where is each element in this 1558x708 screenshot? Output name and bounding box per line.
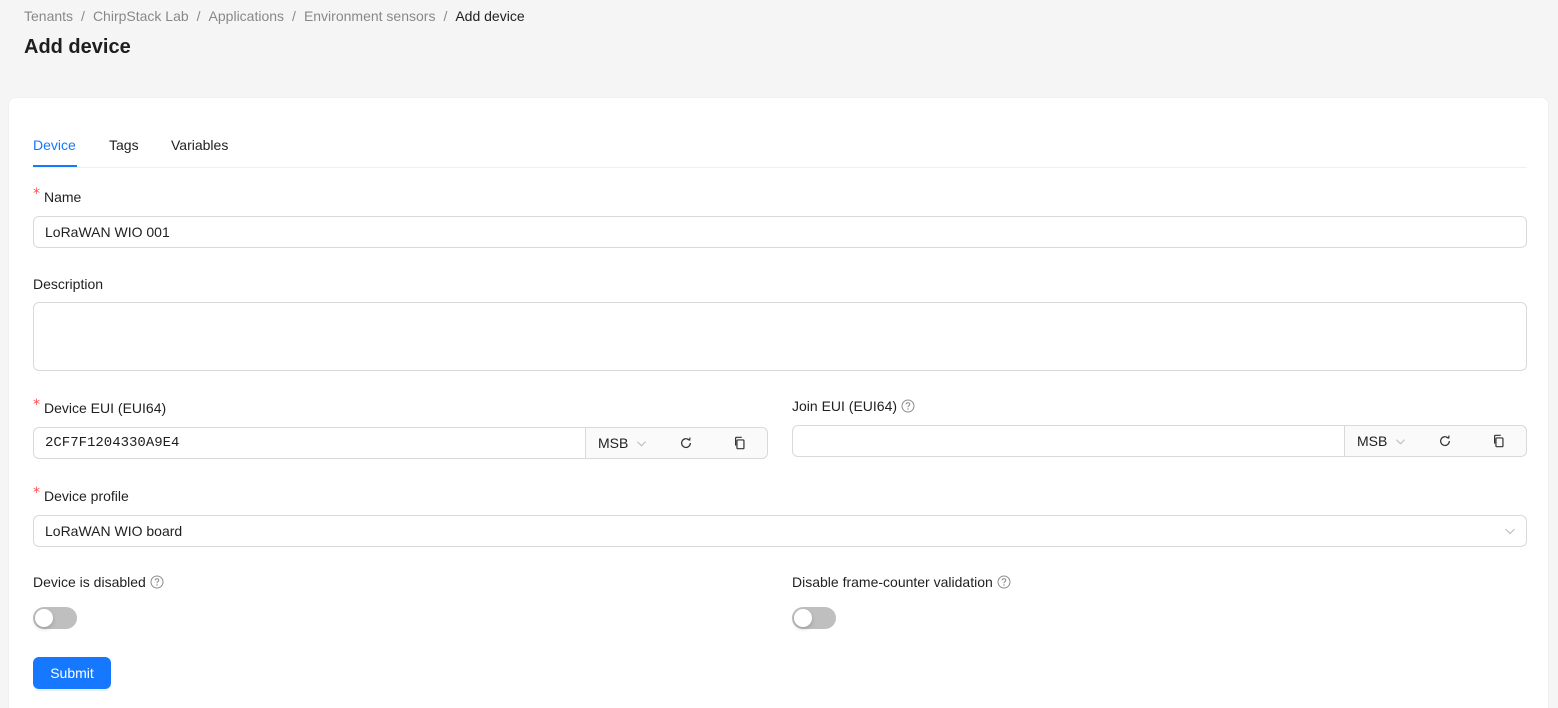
chevron-down-icon xyxy=(1505,528,1515,535)
join-eui-addon: MSB xyxy=(1345,425,1527,457)
question-circle-icon[interactable] xyxy=(997,575,1011,589)
copy-icon[interactable] xyxy=(732,435,748,451)
description-label-text: Description xyxy=(33,276,104,292)
breadcrumb-tenants[interactable]: Tenants xyxy=(24,8,73,24)
tab-device[interactable]: Device xyxy=(33,137,76,153)
refresh-icon[interactable] xyxy=(678,435,694,451)
page-title: Add device xyxy=(24,36,131,58)
skip-fcnt-label-text: Disable frame-counter validation xyxy=(792,574,993,590)
device-profile-label: * Device profile xyxy=(33,485,129,504)
device-disabled-label-text: Device is disabled xyxy=(33,574,146,590)
join-eui-byte-order-select[interactable]: MSB xyxy=(1357,426,1406,456)
question-circle-icon[interactable] xyxy=(150,575,164,589)
submit-button[interactable]: Submit xyxy=(33,657,111,689)
tab-bar: Device Tags Variables xyxy=(33,98,1527,168)
refresh-icon[interactable] xyxy=(1437,433,1453,449)
copy-icon[interactable] xyxy=(1491,433,1507,449)
device-form-card: Device Tags Variables * Name LoRaWAN WIO… xyxy=(8,97,1549,708)
device-eui-byte-order-select[interactable]: MSB xyxy=(598,428,647,458)
question-circle-icon[interactable] xyxy=(901,399,915,413)
device-profile-value: LoRaWAN WIO board xyxy=(45,523,183,539)
required-mark: * xyxy=(33,186,40,202)
tab-variables[interactable]: Variables xyxy=(171,137,228,153)
device-eui-addon: MSB xyxy=(586,427,768,459)
breadcrumb-separator: / xyxy=(81,8,85,24)
tab-tags[interactable]: Tags xyxy=(109,137,139,153)
byte-order-value: MSB xyxy=(598,435,629,451)
breadcrumb-tenant[interactable]: ChirpStack Lab xyxy=(93,8,189,24)
required-mark: * xyxy=(33,397,40,413)
breadcrumb-separator: / xyxy=(443,8,448,24)
active-tab-indicator xyxy=(33,165,77,167)
breadcrumb-current: Add device xyxy=(455,8,525,24)
skip-fcnt-switch[interactable] xyxy=(792,607,836,629)
join-eui-label: Join EUI (EUI64) xyxy=(792,398,915,414)
breadcrumb-separator: / xyxy=(292,8,296,24)
required-mark: * xyxy=(33,485,40,501)
device-profile-label-text: Device profile xyxy=(44,488,129,504)
skip-fcnt-label: Disable frame-counter validation xyxy=(792,574,1011,590)
chevron-down-icon xyxy=(1395,436,1406,447)
device-eui-field: 2CF7F1204330A9E4 MSB xyxy=(33,427,768,459)
join-eui-input[interactable] xyxy=(792,425,1345,457)
switch-knob xyxy=(794,609,812,627)
device-eui-input[interactable]: 2CF7F1204330A9E4 xyxy=(33,427,586,459)
device-profile-select[interactable]: LoRaWAN WIO board xyxy=(33,515,1527,547)
name-label: * Name xyxy=(33,186,82,205)
join-eui-field: MSB xyxy=(792,425,1527,457)
switch-knob xyxy=(35,609,53,627)
byte-order-value: MSB xyxy=(1357,433,1388,449)
breadcrumb-applications[interactable]: Applications xyxy=(209,8,285,24)
description-textarea[interactable] xyxy=(33,302,1527,371)
breadcrumb: Tenants / ChirpStack Lab / Applications … xyxy=(24,8,525,24)
name-label-text: Name xyxy=(44,189,82,205)
chevron-down-icon xyxy=(636,438,647,449)
device-eui-label: * Device EUI (EUI64) xyxy=(33,397,167,416)
description-label: Description xyxy=(33,276,103,292)
join-eui-label-text: Join EUI (EUI64) xyxy=(792,398,898,414)
device-eui-label-text: Device EUI (EUI64) xyxy=(44,400,167,416)
breadcrumb-application[interactable]: Environment sensors xyxy=(304,8,436,24)
name-input[interactable]: LoRaWAN WIO 001 xyxy=(33,216,1527,248)
device-disabled-switch[interactable] xyxy=(33,607,77,629)
device-disabled-label: Device is disabled xyxy=(33,574,164,590)
breadcrumb-separator: / xyxy=(196,8,201,24)
